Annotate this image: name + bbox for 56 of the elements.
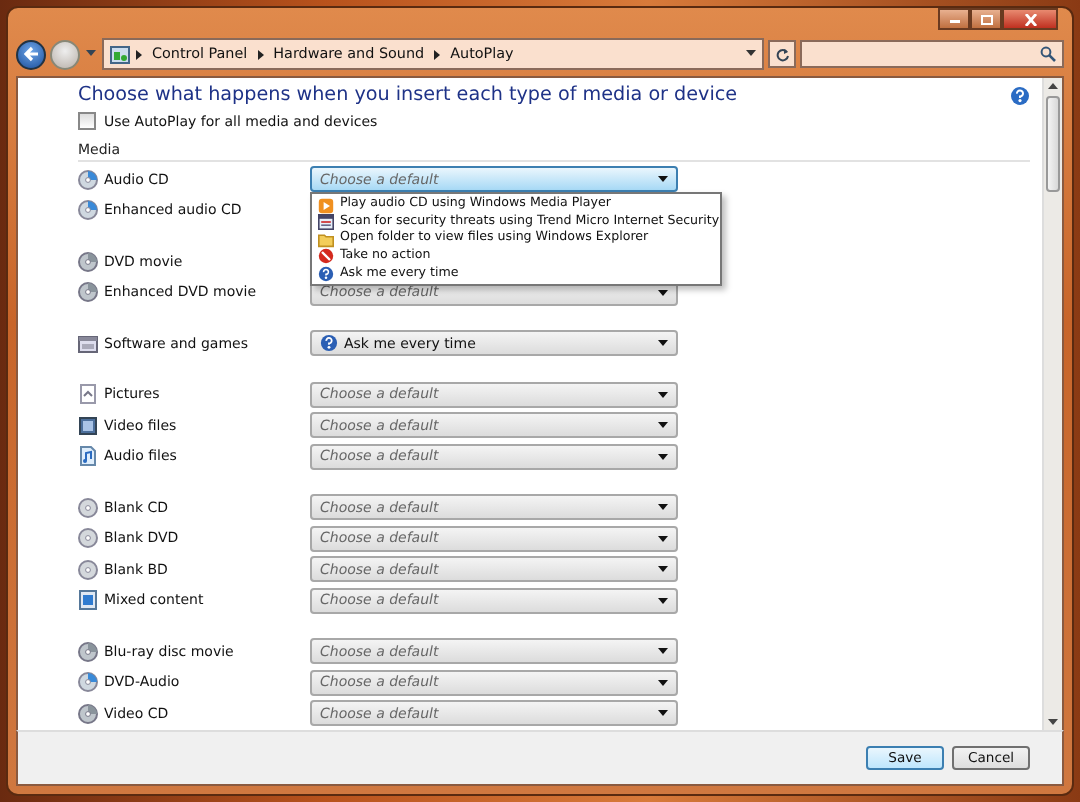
refresh-icon — [775, 47, 789, 61]
play-icon — [318, 197, 334, 214]
disc-icon — [78, 251, 98, 272]
minimize-icon — [947, 14, 961, 24]
disc-icon — [78, 641, 98, 662]
caret-icon — [658, 422, 668, 429]
chevron-icon[interactable] — [257, 49, 264, 59]
folder-icon — [318, 231, 334, 248]
chevron-icon[interactable] — [136, 49, 142, 59]
block-icon — [318, 248, 334, 265]
cd-icon — [78, 169, 98, 190]
caret-icon — [658, 453, 668, 460]
blank-disc-icon — [78, 497, 98, 518]
caret-icon — [658, 340, 668, 347]
caret-icon — [658, 176, 668, 183]
search-field[interactable] — [800, 40, 1064, 68]
checkbox[interactable] — [78, 112, 96, 130]
software-box-icon — [78, 333, 98, 354]
maximize-icon — [979, 13, 993, 25]
scrollbar-thumb[interactable] — [1046, 96, 1060, 192]
caret-icon — [658, 648, 668, 655]
close-icon — [1023, 13, 1037, 25]
help-icon — [320, 334, 338, 353]
help-icon — [318, 265, 334, 282]
help-icon[interactable] — [1010, 86, 1030, 106]
back-button[interactable] — [16, 39, 46, 69]
caret-icon — [658, 504, 668, 511]
mixed-content-icon — [78, 590, 98, 611]
video-icon — [78, 415, 98, 436]
disc-icon — [78, 282, 98, 303]
scrollbar[interactable] — [1042, 78, 1062, 730]
chevron-icon[interactable] — [434, 49, 441, 59]
disc-icon — [78, 703, 98, 724]
music-file-icon — [78, 446, 98, 467]
cd-icon — [78, 672, 98, 693]
caret-icon — [658, 566, 668, 573]
search-icon — [1040, 46, 1056, 62]
maximize-button[interactable] — [970, 8, 1002, 30]
cd-icon — [78, 200, 98, 221]
caret-icon — [658, 710, 668, 717]
caret-icon — [658, 535, 668, 542]
blank-disc-icon — [78, 528, 98, 549]
refresh-button[interactable] — [768, 40, 796, 68]
caret-icon — [658, 597, 668, 604]
minimize-button[interactable] — [938, 8, 970, 30]
scroll-down-icon[interactable] — [1048, 718, 1058, 726]
caret-icon — [658, 679, 668, 686]
caret-icon — [658, 391, 668, 398]
picture-icon — [78, 384, 98, 405]
scroll-up-icon[interactable] — [1048, 82, 1058, 90]
blank-disc-icon — [78, 559, 98, 580]
control-panel-icon — [110, 45, 130, 63]
close-button[interactable] — [1002, 8, 1058, 30]
back-arrow-icon — [23, 46, 39, 62]
page-heading: Choose what happens when you insert each type of media or device — [78, 84, 738, 108]
caret-icon[interactable] — [746, 50, 756, 58]
